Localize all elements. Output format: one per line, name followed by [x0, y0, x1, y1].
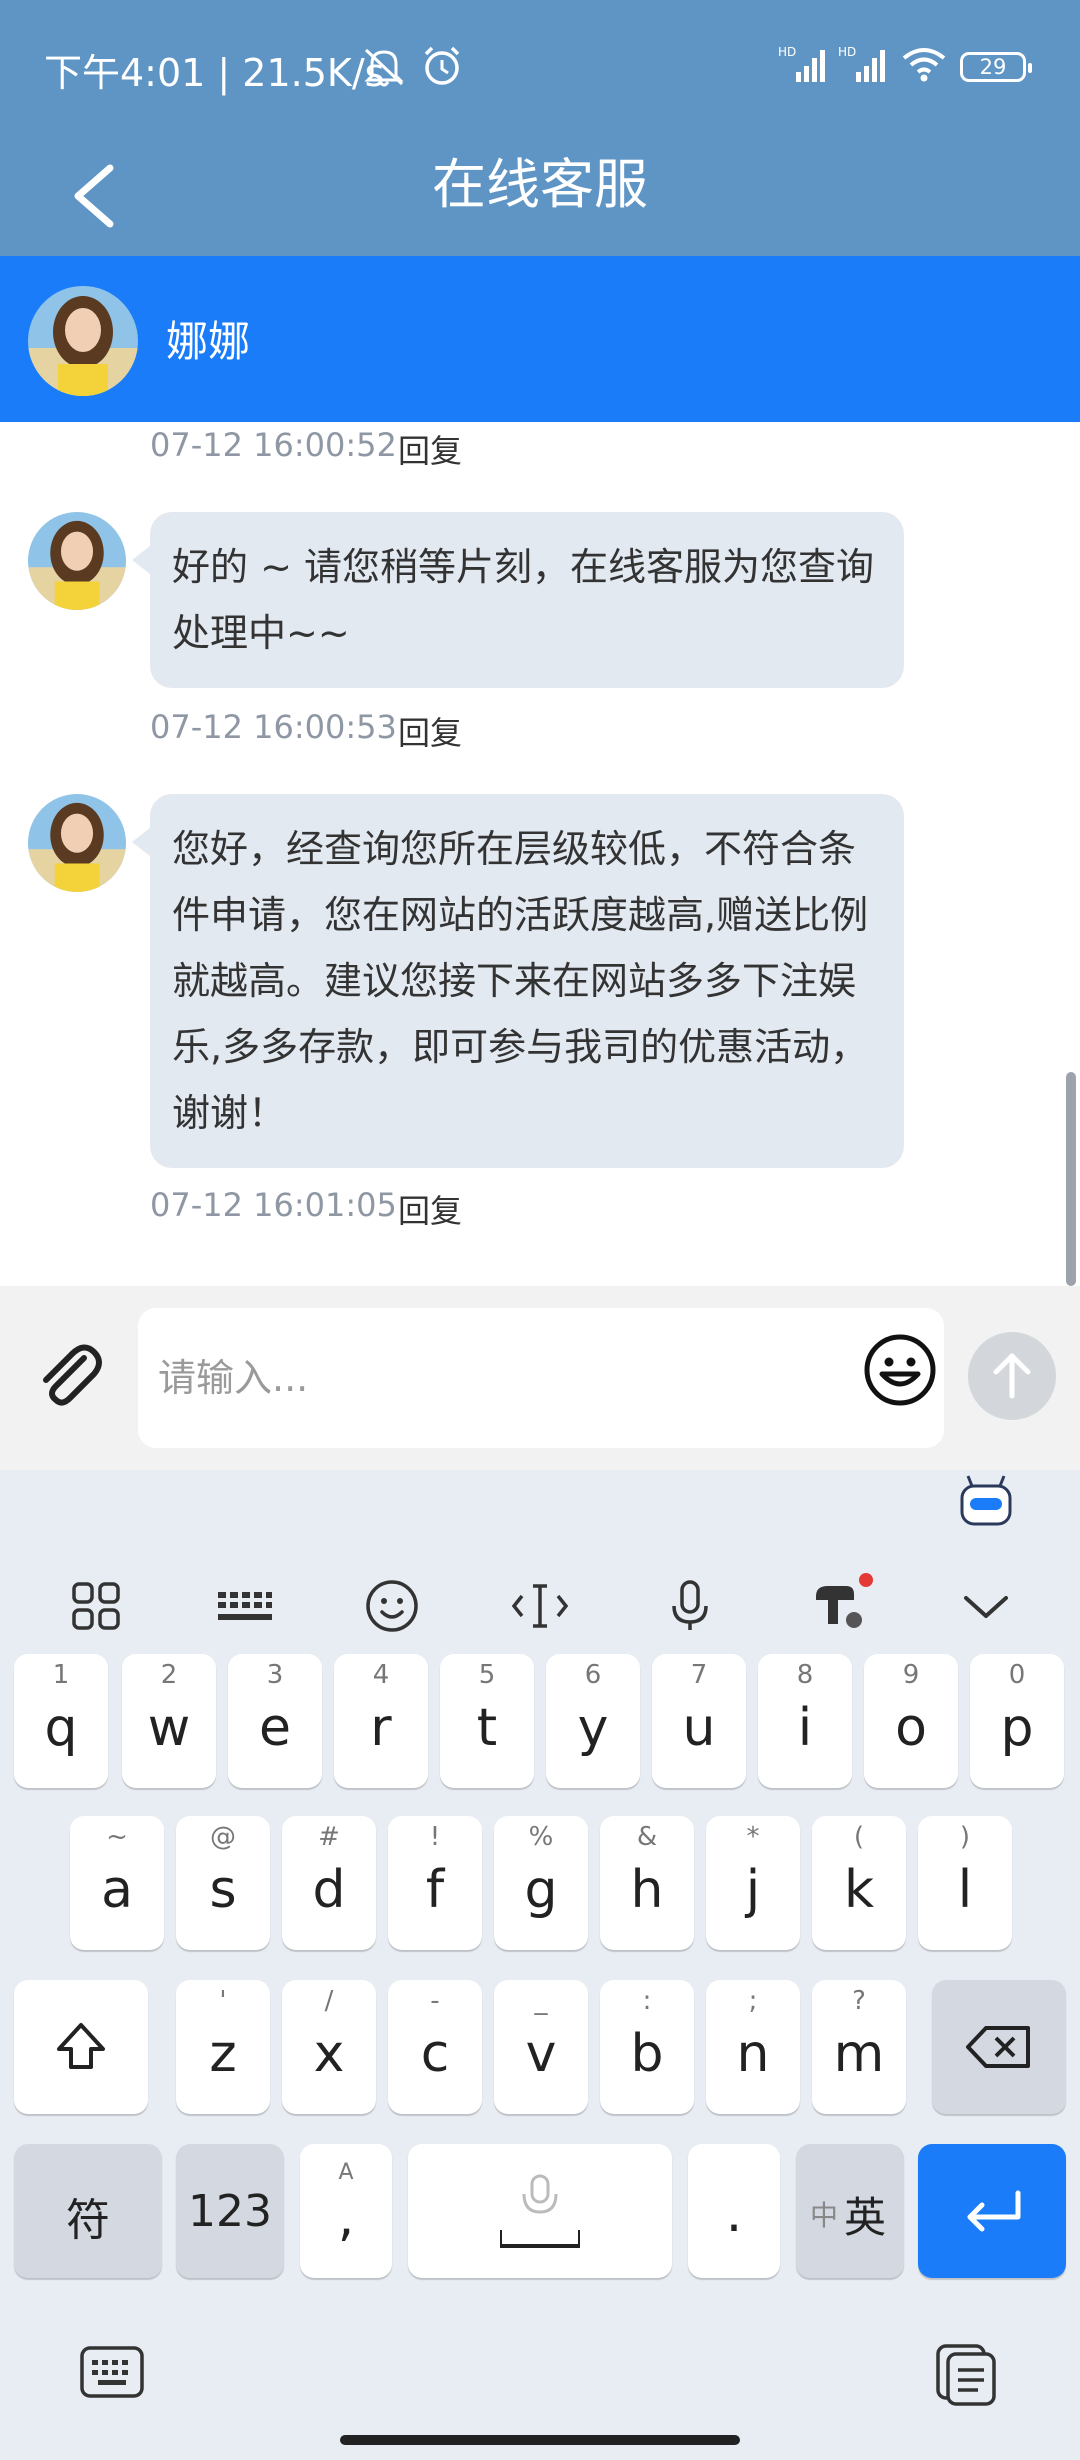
chat-scrollbar[interactable] — [1066, 1072, 1076, 1286]
agent-avatar-small — [28, 512, 126, 610]
page-title: 在线客服 — [432, 153, 648, 216]
home-indicator[interactable] — [340, 2435, 740, 2445]
mute-bell-icon — [360, 44, 408, 92]
message-timestamp: 07-12 16:00:53 — [150, 708, 397, 746]
key-i[interactable]: 8i — [758, 1654, 852, 1788]
key-l[interactable]: ) l — [918, 1816, 1012, 1950]
key-x[interactable]: / x — [282, 1980, 376, 2114]
key-j[interactable]: * j — [706, 1816, 800, 1950]
key-v[interactable]: _ v — [494, 1980, 588, 2114]
keyboard-switch-icon[interactable] — [76, 2340, 148, 2408]
message-timestamp: 07-12 16:00:52 — [150, 426, 397, 464]
message-bubble: 好的 ~ 请您稍等片刻，在线客服为您查询处理中~~ — [132, 512, 904, 688]
key-w[interactable]: 2w — [122, 1654, 216, 1788]
agent-avatar-small — [28, 794, 126, 892]
attachment-paperclip-icon[interactable] — [32, 1338, 108, 1418]
chat-area[interactable]: 07-12 16:00:52 回复 好的 ~ 请您稍等片刻，在线客服为您查询处理… — [0, 422, 1080, 1286]
message-timestamp: 07-12 16:01:05 — [150, 1186, 397, 1224]
apps-grid-icon[interactable] — [56, 1566, 136, 1646]
alarm-icon — [420, 44, 464, 92]
message-input[interactable] — [158, 1342, 798, 1414]
clipboard-icon[interactable] — [930, 2336, 1002, 2412]
agent-bar: 娜娜 — [0, 256, 1080, 422]
number-key[interactable]: 123 — [176, 2144, 284, 2278]
input-bar — [0, 1286, 1080, 1470]
signal-icon-2: HD — [838, 44, 890, 88]
key-h[interactable]: & h — [600, 1816, 694, 1950]
svg-text:HD: HD — [838, 45, 856, 59]
emoji-icon[interactable] — [352, 1566, 432, 1646]
agent-avatar — [28, 286, 138, 396]
backspace-key[interactable] — [932, 1980, 1066, 2114]
symbol-key[interactable]: 符 — [14, 2144, 162, 2278]
signal-icon: HD — [778, 44, 830, 88]
key-n[interactable]: ; n — [706, 1980, 800, 2114]
cursor-move-icon[interactable] — [500, 1566, 580, 1646]
key-e[interactable]: 3e — [228, 1654, 322, 1788]
key-y[interactable]: 6y — [546, 1654, 640, 1788]
keyboard-assistant-robot-icon[interactable] — [958, 1474, 1014, 1532]
key-q[interactable]: 1q — [14, 1654, 108, 1788]
key-z[interactable]: ' z — [176, 1980, 270, 2114]
key-r[interactable]: 4r — [334, 1654, 428, 1788]
reply-link[interactable]: 回复 — [398, 708, 462, 754]
enter-key[interactable] — [918, 2144, 1066, 2278]
message-bubble: 您好，经查询您所在层级较低，不符合条件申请，您在网站的活跃度越高,赠送比例就越高… — [132, 794, 904, 1168]
key-g[interactable]: % g — [494, 1816, 588, 1950]
wifi-icon — [900, 44, 948, 88]
space-key[interactable] — [408, 2144, 672, 2278]
language-switch-key[interactable]: 中 英 — [796, 2144, 904, 2278]
key-m[interactable]: ? m — [812, 1980, 906, 2114]
soft-keyboard: 1q 2w 3e 4r 5t 6y 7u 8i 9o 0p ~ a @ s # d !… — [0, 1470, 1080, 2460]
key-p[interactable]: 0p — [970, 1654, 1064, 1788]
send-button[interactable] — [968, 1332, 1056, 1420]
key-c[interactable]: -c — [388, 1980, 482, 2114]
reply-link[interactable]: 回复 — [398, 426, 462, 472]
message-input-box[interactable] — [138, 1308, 944, 1448]
agent-name: 娜娜 — [166, 317, 251, 366]
collapse-keyboard-chevron-icon[interactable] — [946, 1566, 1026, 1646]
keyboard-layout-icon[interactable] — [204, 1566, 284, 1646]
key-u[interactable]: 7u — [652, 1654, 746, 1788]
ai-assistant-icon[interactable] — [798, 1566, 878, 1646]
status-time: 下午4:01 | 21.5K/s — [44, 51, 385, 95]
key-o[interactable]: 9o — [864, 1654, 958, 1788]
reply-link[interactable]: 回复 — [398, 1186, 462, 1232]
key-f[interactable]: ! f — [388, 1816, 482, 1950]
battery-indicator: 29 — [960, 52, 1032, 82]
key-a[interactable]: ~ a — [70, 1816, 164, 1950]
key-s[interactable]: @ s — [176, 1816, 270, 1950]
svg-text:HD: HD — [778, 45, 796, 59]
microphone-icon[interactable] — [650, 1566, 730, 1646]
comma-key[interactable]: A, — [300, 2144, 392, 2278]
key-b[interactable]: :b — [600, 1980, 694, 2114]
emoji-smiley-icon-graphic[interactable] — [862, 1332, 938, 1412]
key-k[interactable]: (k — [812, 1816, 906, 1950]
period-key[interactable]: . — [688, 2144, 780, 2278]
key-t[interactable]: 5t — [440, 1654, 534, 1788]
status-bar: 下午4:01 | 21.5K/s HD HD 29 — [0, 0, 1080, 136]
key-d[interactable]: # d — [282, 1816, 376, 1950]
shift-key[interactable] — [14, 1980, 148, 2114]
title-bar: 在线客服 — [0, 136, 1080, 256]
